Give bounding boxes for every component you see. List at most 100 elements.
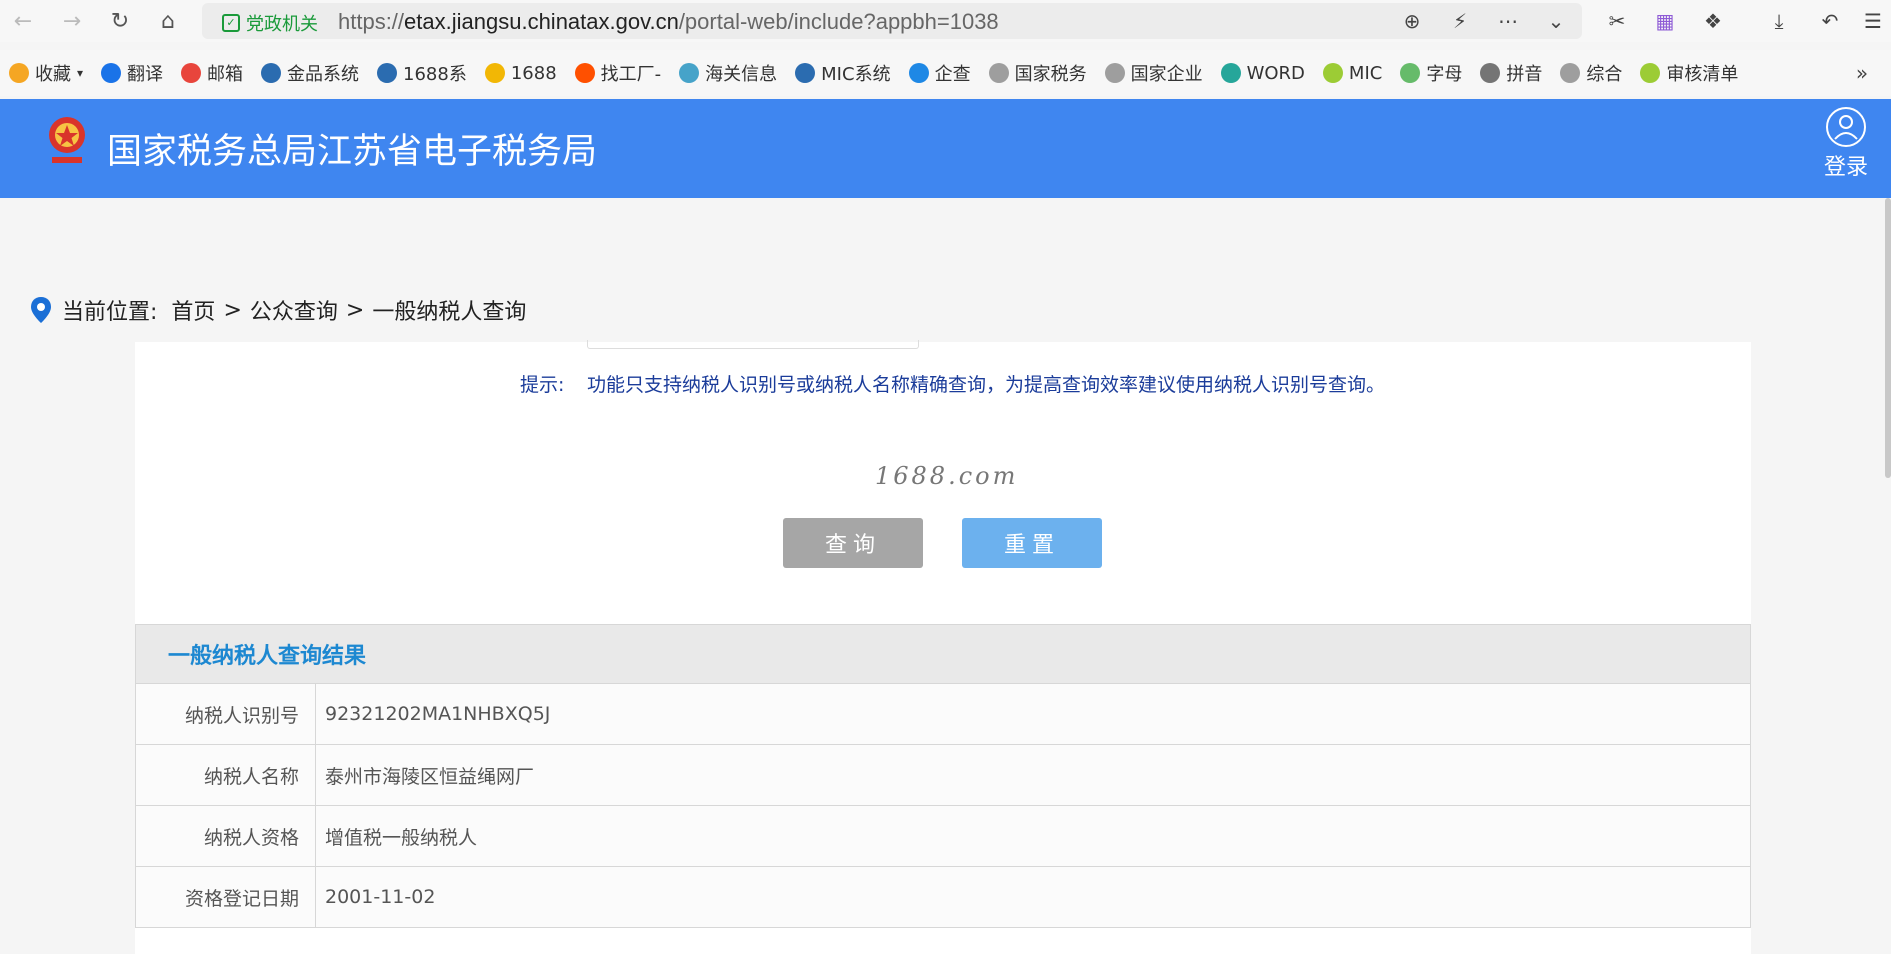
bookmark-label: 审核清单 — [1666, 64, 1739, 85]
url-text[interactable]: https://etax.jiangsu.chinatax.gov.cn/por… — [338, 9, 999, 35]
triangle-icon — [377, 63, 398, 83]
table-row: 纳税人识别号 92321202MA1NHBXQ5J — [136, 684, 1750, 745]
bookmark-label: 国家税务 — [1014, 64, 1087, 85]
chevron-down-icon[interactable]: ⌄ — [1541, 6, 1571, 36]
taobao-icon — [574, 63, 595, 83]
watermark: 1688.com — [875, 462, 1019, 490]
globe-icon — [1104, 63, 1125, 83]
row-label: 纳税人资格 — [136, 806, 316, 866]
zoom-icon[interactable]: ⊕ — [1397, 6, 1427, 36]
login-label: 登录 — [1823, 155, 1868, 180]
gov-badge-label: 党政机关 — [246, 14, 318, 35]
bookmark-item[interactable]: 审核清单 — [1631, 60, 1747, 86]
address-bar[interactable]: ✓ 党政机关 https://etax.jiangsu.chinatax.gov… — [202, 3, 1582, 39]
bookmark-item[interactable]: 字母 — [1391, 60, 1471, 86]
bookmark-item[interactable]: 收藏 ▾ — [0, 60, 92, 86]
breadcrumb: 当前位置: 首页 > 公众查询 > 一般纳税人查询 — [30, 294, 526, 326]
bookmark-item[interactable]: 1688 — [476, 63, 566, 84]
bookmark-label: 拼音 — [1506, 64, 1543, 85]
bookmark-item[interactable]: 海关信息 — [670, 60, 786, 86]
menu-icon[interactable]: ☰ — [1858, 6, 1888, 36]
caret-down-icon[interactable]: ▾ — [77, 66, 83, 80]
bookmark-item[interactable]: 拼音 — [1471, 60, 1551, 86]
leaf-icon — [1322, 63, 1343, 83]
hint-label: 提示: — [520, 374, 565, 396]
frog-icon — [1400, 63, 1421, 83]
bookmark-item[interactable]: 国家税务 — [980, 60, 1096, 86]
bookmark-label: WORD — [1246, 62, 1305, 84]
query-button[interactable]: 查询 — [783, 518, 923, 568]
download-icon[interactable]: ⤓ — [1764, 6, 1794, 36]
bookmark-item[interactable]: 金品系统 — [252, 60, 368, 86]
row-value: 92321202MA1NHBXQ5J — [325, 703, 551, 725]
row-value: 泰州市海陵区恒益绳网厂 — [325, 765, 535, 788]
bookmarks-overflow-icon[interactable]: » — [1847, 58, 1877, 88]
bookmark-label: 翻译 — [127, 64, 164, 85]
url-host: etax.jiangsu.chinatax.gov.cn — [404, 9, 679, 34]
extensions-icon[interactable]: ❖ — [1698, 6, 1728, 36]
bookmark-label: 企查 — [934, 64, 971, 85]
results-title: 一般纳税人查询结果 — [136, 625, 1750, 684]
site-title: 国家税务总局江苏省电子税务局 — [107, 132, 598, 172]
bookmark-item[interactable]: 邮箱 — [172, 60, 252, 86]
bookmark-item[interactable]: 综合 — [1551, 60, 1631, 86]
bookmark-label: 1688系 — [403, 64, 467, 85]
breadcrumb-item-public-query[interactable]: 公众查询 — [250, 294, 338, 326]
leaf-icon — [1640, 63, 1661, 83]
bookmark-item[interactable]: 1688系 — [368, 60, 476, 86]
bookmarks-bar: 收藏 ▾ 翻译 邮箱 金品系统 1688系 1688 找工厂- 海关信息 MIC系统 企查 国家税务 国… — [0, 50, 1891, 96]
globe-icon — [988, 63, 1009, 83]
reset-button[interactable]: 重置 — [962, 518, 1102, 568]
search-input[interactable] — [587, 340, 919, 349]
bookmark-item[interactable]: 翻译 — [92, 60, 172, 86]
star-icon — [9, 63, 29, 83]
table-row: 资格登记日期 2001-11-02 — [136, 867, 1750, 927]
row-label: 纳税人名称 — [136, 745, 316, 805]
row-value: 增值税一般纳税人 — [325, 826, 478, 849]
bookmark-label: 1688 — [510, 62, 557, 84]
home-icon[interactable]: ⌂ — [153, 6, 183, 36]
back-icon[interactable]: ← — [8, 6, 38, 36]
scissors-icon[interactable]: ✂ — [1602, 6, 1632, 36]
bookmark-label: 综合 — [1586, 64, 1623, 85]
bookmark-item[interactable]: 企查 — [900, 60, 980, 86]
triangle-icon — [795, 63, 816, 83]
bookmark-label: MIC — [1348, 62, 1383, 84]
url-prefix: https:// — [338, 9, 405, 34]
table-row: 纳税人名称 泰州市海陵区恒益绳网厂 — [136, 745, 1750, 806]
more-icon[interactable]: ⋯ — [1493, 6, 1523, 36]
bookmark-label: 邮箱 — [207, 64, 244, 85]
breadcrumb-item-current: 一般纳税人查询 — [372, 300, 527, 325]
bookmark-label: 国家企业 — [1130, 64, 1203, 85]
qichacha-icon — [908, 63, 929, 83]
table-row: 纳税人资格 增值税一般纳税人 — [136, 806, 1750, 867]
bookmark-label: 海关信息 — [705, 64, 778, 85]
bookmark-item[interactable]: MIC — [1314, 63, 1391, 84]
bookmark-item[interactable]: WORD — [1212, 63, 1314, 84]
page-scrollbar[interactable] — [1885, 198, 1891, 478]
translate-icon[interactable]: ▦ — [1650, 6, 1680, 36]
site-header: 国家税务总局江苏省电子税务局 登录 — [0, 99, 1891, 198]
breadcrumb-separator: > — [223, 297, 242, 323]
bookmark-item[interactable]: 国家企业 — [1096, 60, 1212, 86]
tax-emblem-icon — [49, 117, 85, 163]
gov-badge: ✓ 党政机关 — [222, 10, 318, 36]
bookmark-item[interactable]: MIC系统 — [786, 60, 899, 86]
location-pin-icon — [31, 297, 51, 323]
breadcrumb-prefix: 当前位置: — [62, 300, 158, 325]
undo-icon[interactable]: ↶ — [1815, 6, 1845, 36]
bookmark-item[interactable]: 找工厂- — [566, 60, 671, 86]
bookmark-label: 金品系统 — [287, 64, 360, 85]
customs-icon — [679, 63, 700, 83]
breadcrumb-separator: > — [345, 297, 365, 323]
forward-icon[interactable]: → — [57, 6, 87, 36]
breadcrumb-item-home[interactable]: 首页 — [171, 294, 215, 326]
translate-icon — [101, 63, 122, 83]
bookmark-label: MIC系统 — [821, 64, 891, 85]
results-table: 一般纳税人查询结果 纳税人识别号 92321202MA1NHBXQ5J 纳税人名… — [135, 624, 1751, 928]
reload-icon[interactable]: ↻ — [105, 6, 135, 36]
bookmark-label: 找工厂- — [600, 64, 662, 85]
bookmark-label: 收藏 — [35, 64, 71, 85]
lightning-icon[interactable]: ⚡ — [1445, 6, 1475, 36]
login-button[interactable]: 登录 — [1822, 107, 1870, 181]
